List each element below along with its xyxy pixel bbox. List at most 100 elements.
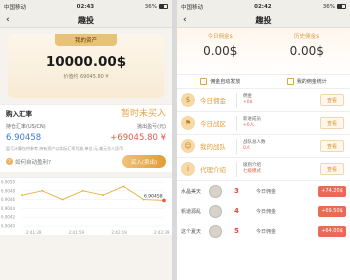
rank-user-name: 这个夏天 bbox=[181, 228, 202, 235]
menu-title: 代理介绍 bbox=[200, 166, 226, 174]
avatar bbox=[209, 184, 222, 198]
left-phone-screen: 中国移动 02:43 36% ‹ 趣投 我的资产 10000.00$ 价值约 6… bbox=[0, 0, 172, 280]
page-title: 趣投 bbox=[78, 15, 94, 25]
today-commission-value: 0.00$ bbox=[203, 44, 238, 58]
menu-title: 今日战区 bbox=[200, 120, 226, 128]
right-phone-screen: 中国移动 02:42 36% ‹ 趣投 今日佣金$ 0.00$ 历史佣金$ 0.… bbox=[177, 0, 350, 280]
back-arrow-icon[interactable]: ‹ bbox=[6, 15, 10, 25]
auto-profit-text: 如何自动盈利? bbox=[15, 159, 51, 166]
auto-send-button[interactable]: 佣金自动发放 bbox=[200, 78, 240, 85]
avatar bbox=[209, 204, 222, 218]
history-commission: 历史佣金$ 0.00$ bbox=[264, 28, 350, 74]
ranking-row[interactable]: 水晶美天 3 今日佣金 +74.20$ bbox=[177, 181, 350, 201]
avatar bbox=[209, 224, 222, 238]
data-point bbox=[41, 189, 44, 192]
status-right: 36% bbox=[323, 4, 346, 10]
flag-icon: ⚑ bbox=[181, 116, 195, 130]
series-line bbox=[21, 185, 165, 201]
ranking-row[interactable]: 帆道源乱 4 今日佣金 +69.50$ bbox=[177, 201, 350, 221]
view-button[interactable]: 查看 bbox=[320, 94, 344, 106]
last-point-marker bbox=[162, 198, 166, 203]
menu-row-today-commission: $ 今日佣金 佣金 +0$ 查看 bbox=[177, 89, 350, 112]
battery-icon bbox=[336, 4, 346, 9]
data-point bbox=[122, 185, 125, 188]
y-tick-label: 6.9040 bbox=[1, 224, 15, 229]
asset-card: 我的资产 10000.00$ 价值约 69045.80 ¥ bbox=[8, 34, 164, 98]
status-bar: 中国移动 02:43 36% bbox=[0, 0, 172, 13]
rank-number: 3 bbox=[234, 187, 239, 195]
history-commission-label: 历史佣金$ bbox=[294, 34, 320, 40]
data-point bbox=[102, 194, 105, 197]
buy-sell-button[interactable]: 买入(卖出) bbox=[122, 155, 166, 168]
x-tick-label: 2:42:39 bbox=[154, 230, 170, 235]
carrier-text: 中国移动 bbox=[181, 4, 204, 11]
last-value-label: 6.90458 bbox=[144, 193, 163, 199]
back-arrow-icon[interactable]: ‹ bbox=[183, 15, 187, 25]
menu-title: 我的战队 bbox=[200, 143, 226, 151]
wallet-icon bbox=[200, 78, 208, 85]
y-tick-label: 6.9046 bbox=[1, 197, 15, 202]
coin-icon: $ bbox=[181, 93, 195, 107]
page-title: 趣投 bbox=[255, 15, 272, 25]
x-tick-label: 2:42:19 bbox=[111, 230, 127, 235]
battery-icon bbox=[158, 4, 168, 9]
ranking-list: 水晶美天 3 今日佣金 +74.20$ 帆道源乱 4 今日佣金 +69.50$ … bbox=[177, 181, 350, 241]
view-button[interactable]: 查看 bbox=[320, 117, 344, 129]
battery-percent: 36% bbox=[144, 3, 157, 10]
x-tick-label: 2:41:59 bbox=[69, 230, 85, 235]
help-icon: ? bbox=[6, 158, 13, 165]
data-point bbox=[81, 189, 84, 192]
rank-amount: +74.20$ bbox=[318, 185, 346, 197]
today-commission-label: 今日佣金$ bbox=[207, 34, 234, 40]
rank-label: 今日佣金 bbox=[256, 208, 277, 215]
rate-section-title: 购入汇率 bbox=[6, 109, 32, 118]
ranking-row[interactable]: 这个夏天 5 今日佣金 +64.00$ bbox=[177, 221, 350, 241]
rank-label: 今日佣金 bbox=[256, 228, 277, 235]
rank-user-name: 水晶美天 bbox=[181, 188, 202, 195]
menu-title: 今日佣金 bbox=[200, 97, 226, 105]
menu-row-agent-intro: i 代理介绍 级别介绍 七级模式 查看 bbox=[177, 158, 350, 181]
auto-profit-link[interactable]: ? 如何自动盈利? bbox=[6, 158, 51, 166]
today-commission: 今日佣金$ 0.00$ bbox=[177, 28, 264, 74]
y-tick-label: 6.9042 bbox=[1, 215, 15, 220]
stats-button[interactable]: 我的佣金统计 bbox=[286, 78, 327, 85]
rate-block: 持仓汇率(US/CN) 抛出盈亏(元) 6.90458 +69045.80 ¥ … bbox=[0, 120, 172, 172]
rank-amount: +69.50$ bbox=[318, 205, 346, 217]
data-point bbox=[61, 198, 64, 201]
asset-tab-label: 我的资产 bbox=[55, 34, 117, 46]
rank-user-name: 帆道源乱 bbox=[181, 208, 202, 215]
view-button[interactable]: 查看 bbox=[320, 140, 344, 152]
team-icon: ☺ bbox=[181, 139, 195, 153]
y-tick-label: 6.9048 bbox=[1, 188, 15, 193]
battery-percent: 36% bbox=[322, 3, 335, 10]
profit-value: +69045.80 ¥ bbox=[110, 133, 166, 143]
rate-line-chart: 6.9050 6.9048 6.9046 6.9044 6.9042 6.9040 2:41… bbox=[0, 177, 172, 235]
menu-list: $ 今日佣金 佣金 +0$ 查看 ⚑ 今日战区 新进成员 +0人 查看 ☺ 我的… bbox=[177, 89, 350, 181]
commission-tools: 佣金自动发放 我的佣金统计 bbox=[177, 74, 350, 89]
hold-rate-value: 6.90458 bbox=[6, 133, 42, 143]
rank-number: 5 bbox=[234, 227, 239, 235]
status-bar: 中国移动 02:42 36% bbox=[177, 0, 350, 13]
stats-label: 我的佣金统计 bbox=[296, 79, 327, 85]
menu-row-today-zone: ⚑ 今日战区 新进成员 +0人 查看 bbox=[177, 112, 350, 135]
rank-label: 今日佣金 bbox=[256, 188, 277, 195]
asset-sub-value: 价值约 69045.80 ¥ bbox=[63, 74, 109, 80]
carrier-text: 中国移动 bbox=[4, 4, 27, 11]
status-time: 02:43 bbox=[76, 3, 95, 10]
menu-row-my-team: ☺ 我的战队 战队总人数 0人 查看 bbox=[177, 135, 350, 158]
rate-note: 盈亏计算仅供参考,持有资产以实际汇率为准,单位:元,美元兑人民币 bbox=[6, 146, 124, 151]
x-tick-label: 2:41:39 bbox=[26, 230, 42, 235]
rate-state-text: 暂时未买入 bbox=[120, 109, 166, 119]
nav-bar: ‹ 趣投 bbox=[0, 13, 172, 28]
history-commission-value: 0.00$ bbox=[289, 44, 324, 58]
asset-value: 10000.00$ bbox=[45, 54, 127, 70]
view-button[interactable]: 查看 bbox=[320, 163, 344, 175]
rate-section-header: 购入汇率 暂时未买入 bbox=[0, 104, 172, 120]
commission-balance-card: 今日佣金$ 0.00$ 历史佣金$ 0.00$ bbox=[177, 28, 350, 74]
y-tick-label: 6.9050 bbox=[1, 180, 15, 185]
auto-send-label: 佣金自动发放 bbox=[210, 79, 241, 85]
rank-amount: +64.00$ bbox=[318, 225, 346, 237]
hold-rate-label: 持仓汇率(US/CN) bbox=[6, 124, 46, 130]
y-tick-label: 6.9044 bbox=[1, 206, 15, 211]
stats-icon bbox=[286, 78, 294, 85]
